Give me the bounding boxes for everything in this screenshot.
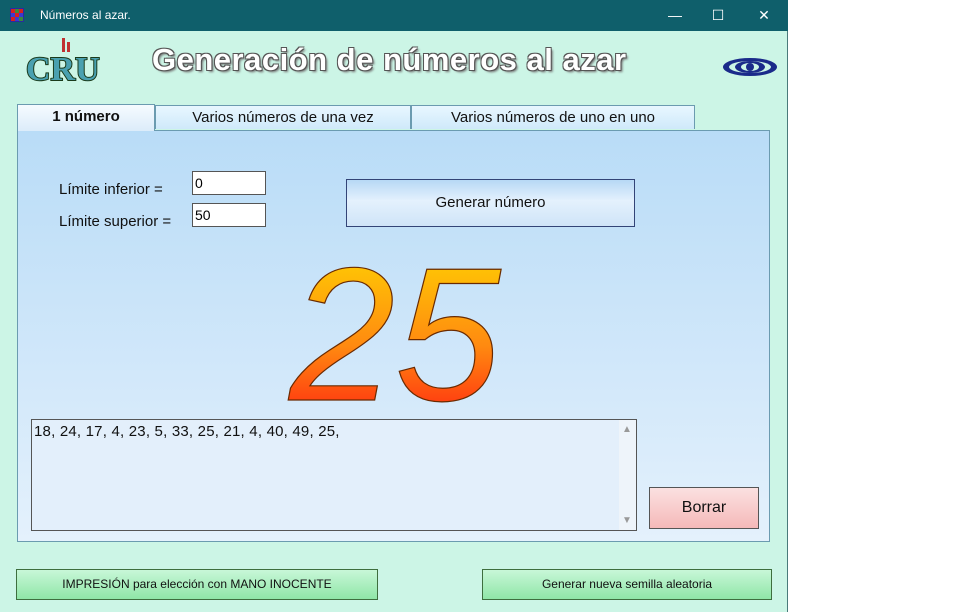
result-number-text: 25: [287, 252, 502, 412]
upper-limit-label: Límite superior =: [59, 213, 172, 230]
title-bar[interactable]: Números al azar. — ☐ ✕: [0, 0, 788, 31]
lower-limit-label: Límite inferior =: [59, 181, 163, 198]
history-text: 18, 24, 17, 4, 23, 5, 33, 25, 21, 4, 40,…: [34, 423, 340, 440]
tab-one-number[interactable]: 1 número: [17, 104, 155, 131]
page-title: Generación de números al azar: [152, 42, 627, 77]
svg-text:CRUZ: CRUZ: [26, 51, 100, 88]
app-window: Números al azar. — ☐ ✕ CRUZ CRUZ Generac…: [0, 0, 788, 612]
new-seed-button[interactable]: Generar nueva semilla aleatoria: [482, 569, 772, 600]
scroll-up-icon[interactable]: ▲: [622, 424, 632, 435]
app-icon: [10, 8, 24, 22]
print-button[interactable]: IMPRESIÓN para elección con MANO INOCENT…: [16, 569, 378, 600]
upper-limit-input[interactable]: [192, 203, 266, 227]
result-number: 25: [287, 252, 503, 412]
generate-number-button[interactable]: Generar número: [346, 179, 635, 227]
lower-limit-input[interactable]: [192, 171, 266, 195]
window-title: Números al azar.: [40, 8, 131, 22]
scroll-down-icon[interactable]: ▼: [622, 515, 632, 526]
maximize-button[interactable]: ☐: [695, 0, 741, 31]
tab-several-one-by-one[interactable]: Varios números de uno en uno: [411, 105, 695, 129]
history-listbox[interactable]: 18, 24, 17, 4, 23, 5, 33, 25, 21, 4, 40,…: [31, 419, 637, 531]
tab-several-at-once[interactable]: Varios números de una vez: [155, 105, 411, 129]
close-button[interactable]: ✕: [741, 0, 787, 31]
minimize-button[interactable]: —: [652, 0, 698, 31]
history-scrollbar[interactable]: ▲ ▼: [619, 420, 636, 530]
clear-button[interactable]: Borrar: [649, 487, 759, 529]
cruz-logo: CRUZ CRUZ: [25, 38, 100, 89]
eye-icon: [723, 58, 777, 76]
